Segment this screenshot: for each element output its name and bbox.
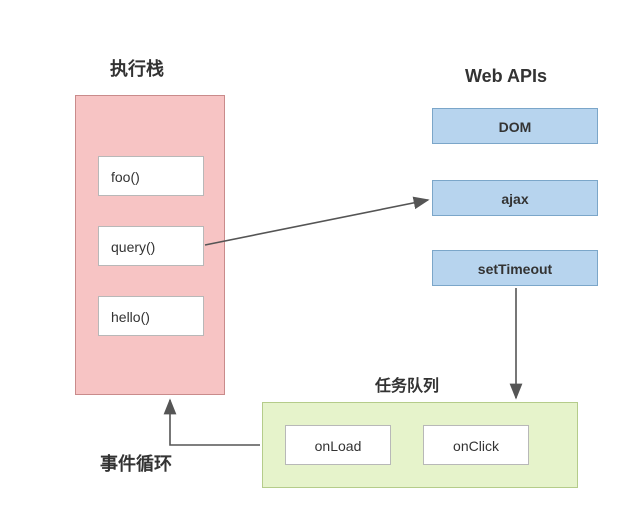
task-queue-panel: onLoad onClick: [262, 402, 578, 488]
task-queue-item: onLoad: [285, 425, 391, 465]
web-api-item: setTimeout: [432, 250, 598, 286]
web-apis-title: Web APIs: [465, 66, 547, 87]
stack-frame: query(): [98, 226, 204, 266]
task-queue-item: onClick: [423, 425, 529, 465]
task-queue-title: 任务队列: [375, 372, 439, 396]
diagram-canvas: 执行栈 Web APIs 任务队列 事件循环 foo() query() hel…: [0, 0, 636, 518]
web-api-item: DOM: [432, 108, 598, 144]
arrow-stack-to-ajax: [205, 200, 428, 245]
stack-frame: foo(): [98, 156, 204, 196]
stack-frame: hello(): [98, 296, 204, 336]
event-loop-title: 事件循环: [100, 450, 172, 476]
arrow-queue-to-stack: [170, 400, 260, 445]
call-stack-title: 执行栈: [110, 55, 164, 81]
web-api-item: ajax: [432, 180, 598, 216]
call-stack-panel: foo() query() hello(): [75, 95, 225, 395]
